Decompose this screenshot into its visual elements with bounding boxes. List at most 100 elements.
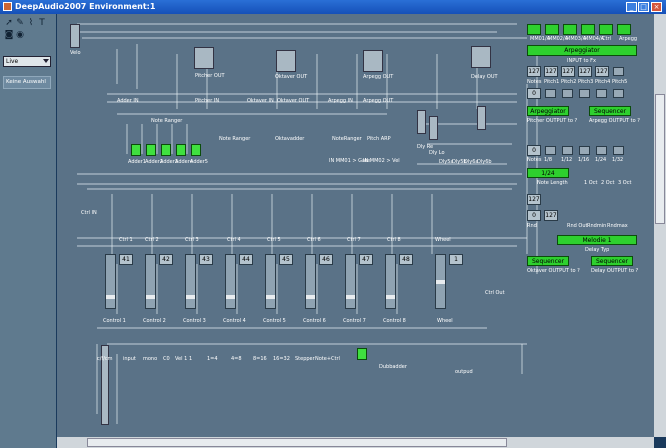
velo-object[interactable]	[70, 24, 80, 48]
environment-canvas[interactable]: Velo Pitcher OUT Oktaver OUT Arpegg OUT …	[57, 14, 654, 437]
dly-re-object[interactable]	[417, 110, 426, 134]
mm01-button[interactable]	[527, 24, 541, 35]
ctrl3-fader[interactable]	[185, 254, 196, 309]
horizontal-scroll-thumb[interactable]	[87, 438, 507, 447]
delay-out-fader[interactable]	[471, 46, 491, 68]
ctrl5-label: Ctrl 5	[267, 237, 281, 243]
r2-box2[interactable]	[562, 89, 573, 98]
arpegg-out-fader[interactable]	[363, 50, 383, 72]
layer-select-value: Live	[6, 58, 19, 65]
maximize-button[interactable]: □	[638, 2, 649, 12]
delay-output-select[interactable]: Sequencer	[591, 256, 633, 266]
thru-selector[interactable]: Keine Auswahl	[3, 76, 51, 89]
pointer-tool-icon[interactable]: ➚	[4, 18, 14, 28]
adder1-value[interactable]	[131, 144, 141, 156]
r3-box3[interactable]	[579, 146, 590, 155]
adder5-value[interactable]	[191, 144, 201, 156]
r4-l1: 2 Oct	[601, 180, 615, 186]
r3-l5: 1/32	[612, 157, 624, 163]
ctrl7-value[interactable]: 47	[359, 254, 373, 265]
control3-label: Control 3	[183, 318, 206, 324]
mm03-button[interactable]	[563, 24, 577, 35]
oktaver-out-sub-label: Oktaver OUT	[277, 98, 310, 104]
r5-v0[interactable]: 127	[527, 194, 541, 205]
oktaver-out-fader[interactable]	[276, 50, 296, 72]
r3-box5[interactable]	[613, 146, 624, 155]
ctrl-button[interactable]	[599, 24, 613, 35]
adder2-value[interactable]	[146, 144, 156, 156]
pitcher-out-to-label: Pitcher OUTPUT to ?	[527, 118, 578, 124]
pitch-arp-label: Pitch ARP	[367, 136, 391, 142]
control1-label: Control 1	[103, 318, 126, 324]
ctrl5-value[interactable]: 45	[279, 254, 293, 265]
ctrl4-value[interactable]: 44	[239, 254, 253, 265]
r3-box4[interactable]	[596, 146, 607, 155]
oktaver-output-select[interactable]: Sequencer	[527, 256, 569, 266]
r5-v1[interactable]: 0	[527, 210, 541, 221]
ctrl1-value[interactable]: 41	[119, 254, 133, 265]
minimize-button[interactable]: _	[626, 2, 637, 12]
text-tool-icon[interactable]: T	[37, 18, 47, 28]
cable-tool-icon[interactable]: ⌇	[26, 18, 36, 28]
r3-l3: 1/16	[578, 157, 590, 163]
layer-select[interactable]: Live	[3, 56, 51, 67]
ctrl5-fader[interactable]	[265, 254, 276, 309]
pencil-tool-icon[interactable]: ✎	[15, 18, 25, 28]
ctrl2-value[interactable]: 42	[159, 254, 173, 265]
r2-box1[interactable]	[545, 89, 556, 98]
r1-box5[interactable]	[613, 67, 624, 76]
vertical-scroll-thumb[interactable]	[655, 94, 665, 224]
ctrl3-value[interactable]: 43	[199, 254, 213, 265]
r3-box2[interactable]	[562, 146, 573, 155]
ctrl6-fader[interactable]	[305, 254, 316, 309]
wheel-label: Wheel	[435, 237, 451, 243]
adder4-value[interactable]	[176, 144, 186, 156]
r1-v4[interactable]: 127	[595, 66, 609, 77]
arpegg-out-label: Arpegg OUT	[363, 74, 394, 80]
ctrl2-label: Ctrl 2	[145, 237, 159, 243]
dubbadder-value[interactable]	[357, 348, 367, 360]
delay-out-to-label: Delay OUTPUT to ?	[591, 268, 639, 274]
vertical-scrollbar[interactable]	[654, 14, 666, 437]
r2-v0[interactable]: 0	[527, 88, 541, 99]
ctrl8-fader[interactable]	[385, 254, 396, 309]
arpeggiator-select[interactable]: Arpeggiator	[527, 45, 637, 56]
delay-typ-label: Delay Typ	[585, 247, 610, 253]
r1-v0[interactable]: 127	[527, 66, 541, 77]
mm02-button[interactable]	[545, 24, 559, 35]
ctrl7-fader[interactable]	[345, 254, 356, 309]
pitcher-out-fader[interactable]	[194, 47, 214, 69]
r1-v1[interactable]: 127	[544, 66, 558, 77]
r3-box1[interactable]	[545, 146, 556, 155]
eye-tool-icon[interactable]: ◉	[15, 30, 25, 40]
wheel-value[interactable]: 1	[449, 254, 463, 265]
r1-v3[interactable]: 127	[578, 66, 592, 77]
input-fx-label: INPUT to Fx	[567, 58, 596, 64]
close-button[interactable]: ×	[651, 2, 662, 12]
arpegg-button[interactable]	[617, 24, 631, 35]
r2-box3[interactable]	[579, 89, 590, 98]
ctrl8-value[interactable]: 48	[399, 254, 413, 265]
camera-tool-icon[interactable]: ◙	[4, 30, 14, 40]
ctrl4-fader[interactable]	[225, 254, 236, 309]
r1-v2[interactable]: 127	[561, 66, 575, 77]
r4-l2: 3 Oct	[618, 180, 632, 186]
wheel-fader[interactable]	[435, 254, 446, 309]
dly-5a-object[interactable]	[477, 106, 486, 130]
c0-label: C0	[163, 356, 170, 362]
r2-box5[interactable]	[613, 89, 624, 98]
note-length-select[interactable]: 1/24	[527, 168, 569, 178]
melodie-select[interactable]: Melodie 1	[557, 235, 637, 245]
dly-lo-object[interactable]	[429, 116, 438, 140]
r3-v0[interactable]: 0	[527, 145, 541, 156]
horizontal-scrollbar[interactable]	[57, 437, 654, 448]
adder3-value[interactable]	[161, 144, 171, 156]
r2-box4[interactable]	[596, 89, 607, 98]
ctrl2-fader[interactable]	[145, 254, 156, 309]
r5-v2[interactable]: 127	[544, 210, 558, 221]
ctrl6-value[interactable]: 46	[319, 254, 333, 265]
ctrl1-fader[interactable]	[105, 254, 116, 309]
arpegg-output-select[interactable]: Sequencer	[589, 106, 631, 116]
mm04-button[interactable]	[581, 24, 595, 35]
pitcher-output-select[interactable]: Arpeggiator	[527, 106, 569, 116]
